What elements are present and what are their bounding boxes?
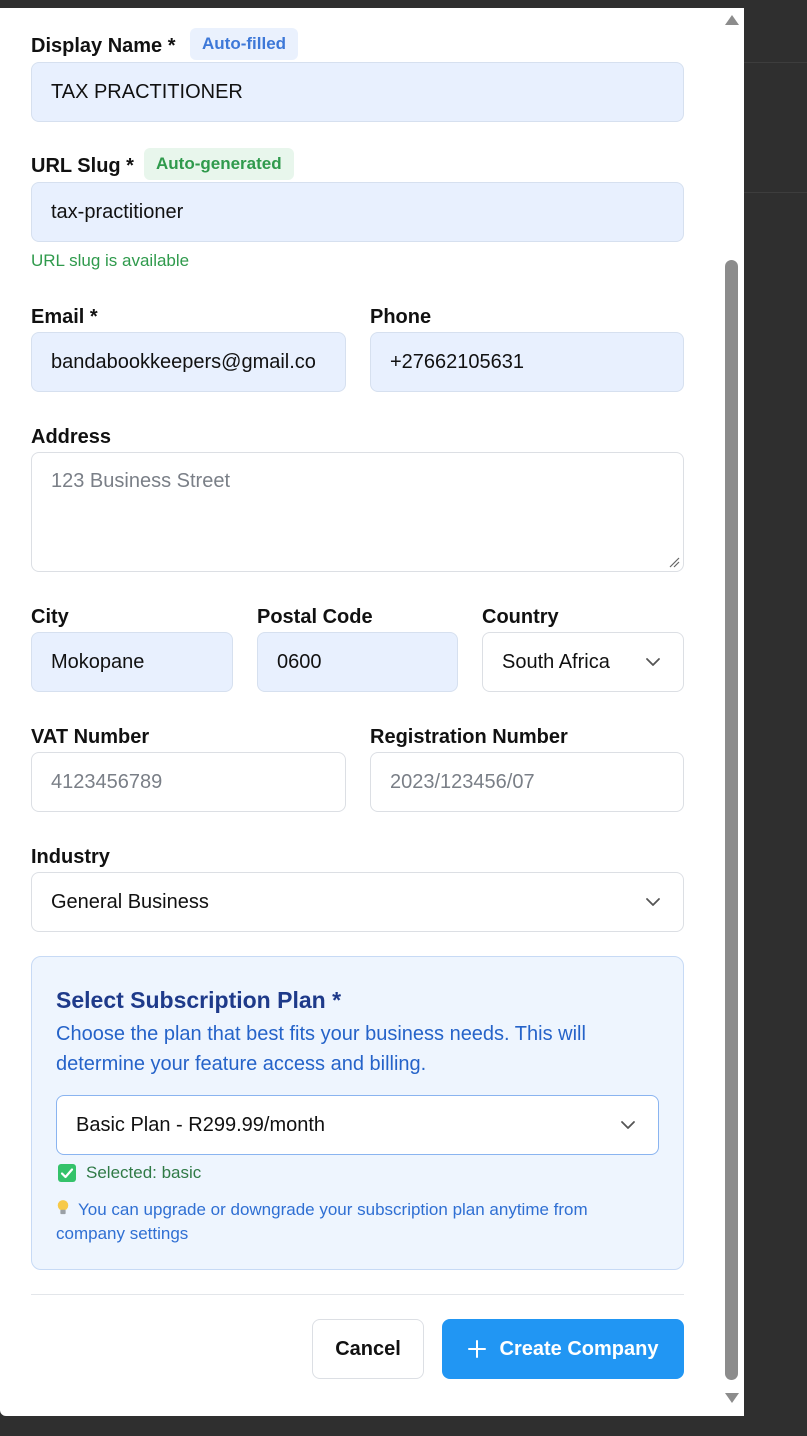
country-select[interactable]: South Africa <box>482 632 684 692</box>
plan-title: Select Subscription Plan * <box>56 987 342 1013</box>
display-name-label: Display Name * <box>31 35 176 57</box>
subscription-plan-select[interactable]: Basic Plan - R299.99/month <box>56 1095 659 1155</box>
url-slug-input[interactable]: tax-practitioner <box>31 182 684 242</box>
city-label: City <box>31 606 69 628</box>
footer-divider <box>31 1294 684 1295</box>
address-label: Address <box>31 426 112 448</box>
background-divider <box>744 62 807 63</box>
create-company-label: Create Company <box>499 1338 659 1360</box>
auto-generated-badge: Auto-generated <box>144 148 294 180</box>
plan-selected-text: Selected: basic <box>86 1163 202 1182</box>
scroll-down-arrow-icon[interactable] <box>724 1392 740 1404</box>
industry-value: General Business <box>51 891 209 913</box>
phone-label: Phone <box>370 306 432 328</box>
cancel-button[interactable]: Cancel <box>312 1319 424 1379</box>
email-input[interactable]: bandabookkeepers@gmail.co <box>31 332 346 392</box>
postal-code-input[interactable]: 0600 <box>257 632 458 692</box>
window-top-bar <box>0 0 807 8</box>
registration-number-input[interactable]: 2023/123456/07 <box>370 752 684 812</box>
create-company-button[interactable]: Create Company <box>442 1319 684 1379</box>
url-slug-label: URL Slug * <box>31 155 134 177</box>
postal-code-label: Postal Code <box>257 606 373 628</box>
address-textarea[interactable]: 123 Business Street <box>31 452 684 572</box>
background-divider <box>744 192 807 193</box>
city-input[interactable]: Mokopane <box>31 632 233 692</box>
plan-tip: You can upgrade or downgrade your subscr… <box>56 1198 656 1246</box>
industry-select[interactable]: General Business <box>31 872 684 932</box>
lightbulb-icon <box>57 1200 69 1215</box>
plan-selected-status: Selected: basic <box>58 1163 201 1183</box>
scrollbar-thumb[interactable] <box>725 260 738 1380</box>
chevron-down-icon <box>646 658 660 666</box>
industry-label: Industry <box>31 846 110 868</box>
plan-tip-text: You can upgrade or downgrade your subscr… <box>56 1200 588 1243</box>
chevron-down-icon <box>646 898 660 906</box>
url-slug-status: URL slug is available <box>31 251 190 270</box>
check-icon <box>58 1164 76 1182</box>
plan-description: Choose the plan that best fits your busi… <box>56 1023 586 1075</box>
email-label: Email * <box>31 306 98 328</box>
auto-filled-badge: Auto-filled <box>190 28 299 60</box>
subscription-plan-panel: Select Subscription Plan * Choose the pl… <box>31 956 684 1270</box>
plan-select-value: Basic Plan - R299.99/month <box>76 1114 326 1136</box>
scroll-up-arrow-icon[interactable] <box>724 14 740 26</box>
create-company-modal: Display Name * Auto-filled TAX PRACTITIO… <box>0 8 744 1416</box>
plus-icon <box>467 1340 486 1358</box>
vat-number-input[interactable]: 4123456789 <box>31 752 346 812</box>
address-placeholder: 123 Business Street <box>51 470 230 492</box>
registration-number-label: Registration Number <box>370 726 568 748</box>
resize-grip-icon[interactable] <box>668 556 680 568</box>
phone-input[interactable]: +27662105631 <box>370 332 684 392</box>
country-value: South Africa <box>502 651 610 673</box>
country-label: Country <box>482 606 559 628</box>
chevron-down-icon <box>621 1121 635 1129</box>
vat-number-label: VAT Number <box>31 726 150 748</box>
display-name-input[interactable]: TAX PRACTITIONER <box>31 62 684 122</box>
